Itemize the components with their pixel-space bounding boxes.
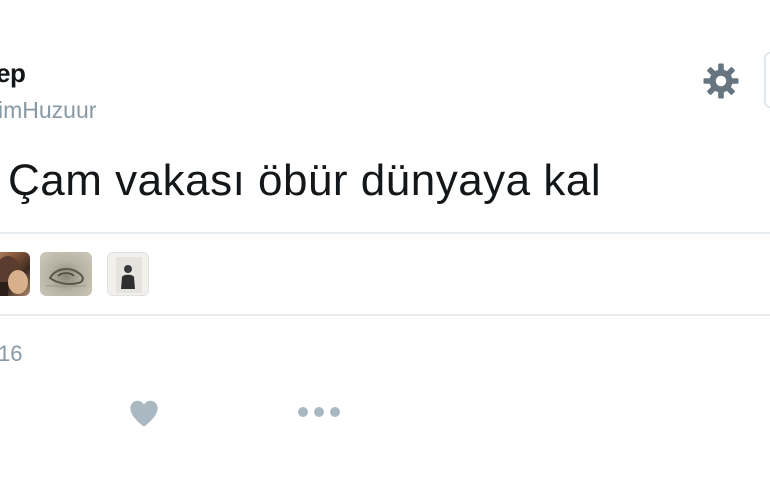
tweet-text: Çam vakası öbür dünyaya kal (8, 156, 602, 205)
gear-icon[interactable] (700, 60, 742, 102)
divider (0, 232, 770, 234)
divider (0, 314, 770, 316)
tweet-card: ep imHuzuur Çam vakası öbür dünyaya kal (0, 0, 770, 485)
liker-avatar[interactable] (0, 252, 30, 296)
follow-button[interactable] (764, 52, 770, 108)
liker-avatar[interactable] (107, 252, 149, 296)
display-name[interactable]: ep (0, 58, 26, 89)
user-handle[interactable]: imHuzuur (0, 97, 96, 124)
tweet-timestamp[interactable]: 16 (0, 341, 22, 367)
liker-avatar[interactable] (40, 252, 92, 296)
more-dots-icon[interactable] (296, 404, 342, 420)
heart-icon[interactable] (126, 398, 162, 428)
